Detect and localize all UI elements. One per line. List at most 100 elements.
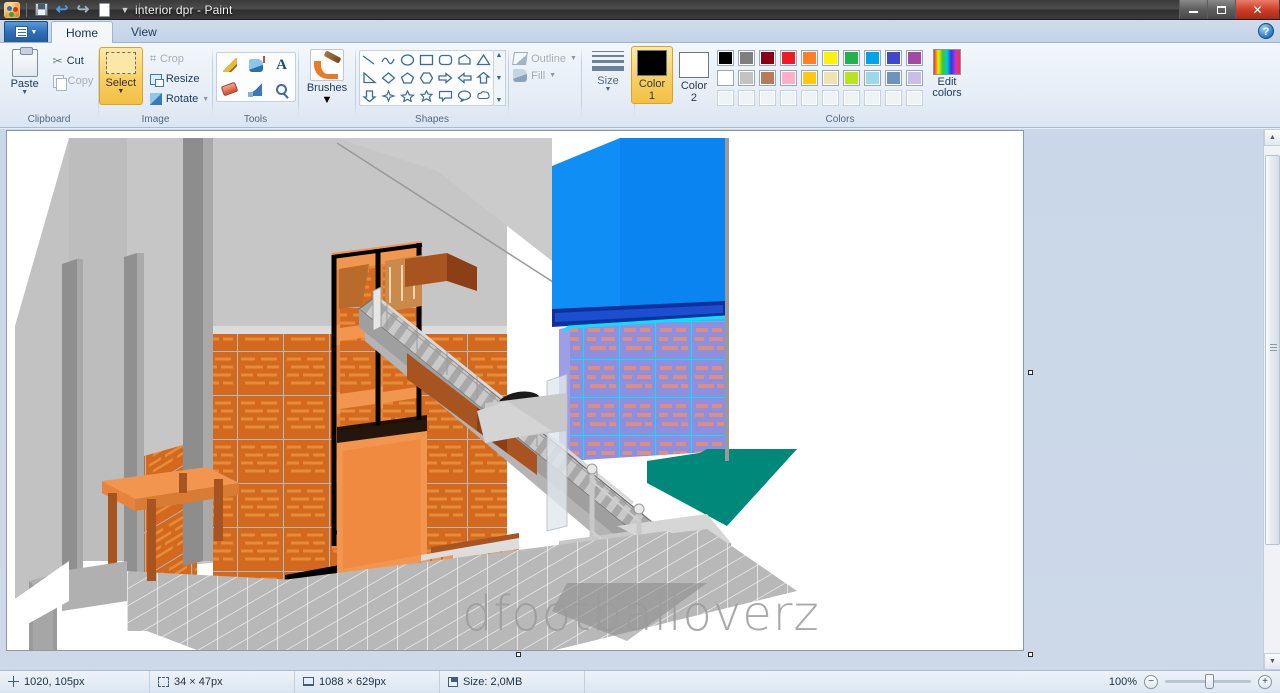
palette-cell[interactable]	[799, 88, 820, 108]
shape-pentagon[interactable]	[398, 69, 417, 87]
canvas-resize-handle-bottom[interactable]	[516, 652, 521, 657]
palette-cell[interactable]	[904, 68, 925, 88]
palette-cell[interactable]	[883, 88, 904, 108]
shape-oval[interactable]	[398, 51, 417, 69]
shape-oval-callout[interactable]	[455, 87, 474, 105]
color-swatch[interactable]	[717, 90, 734, 106]
shape-rounded-rectangle[interactable]	[436, 51, 455, 69]
shape-rectangle[interactable]	[417, 51, 436, 69]
canvas-resize-handle-right[interactable]	[1028, 370, 1033, 375]
undo-icon[interactable]: ↩	[53, 1, 71, 18]
color-swatch[interactable]	[822, 90, 839, 106]
palette-cell[interactable]	[862, 68, 883, 88]
palette-cell[interactable]	[799, 48, 820, 68]
color-swatch[interactable]	[864, 70, 881, 86]
canvas-workspace[interactable]: dfootballoverz ▲ ▼	[0, 129, 1280, 670]
shape-diamond[interactable]	[379, 69, 398, 87]
palette-cell[interactable]	[904, 88, 925, 108]
color-swatch[interactable]	[759, 90, 776, 106]
shape-cloud-callout[interactable]	[474, 87, 493, 105]
size-button[interactable]: Size ▼	[586, 45, 630, 93]
palette-cell[interactable]	[841, 68, 862, 88]
eraser-icon[interactable]	[217, 77, 243, 101]
minimize-button[interactable]	[1179, 0, 1207, 19]
restore-button[interactable]	[1207, 0, 1235, 19]
shape-six-point-star[interactable]	[417, 87, 436, 105]
color-swatch[interactable]	[717, 50, 734, 66]
zoom-in-button[interactable]: +	[1258, 674, 1272, 689]
shape-four-point-star[interactable]	[379, 87, 398, 105]
color-palette[interactable]	[715, 46, 925, 108]
paste-button[interactable]: Paste ▼	[2, 47, 48, 96]
color-swatch[interactable]	[864, 90, 881, 106]
paint-logo-icon[interactable]	[3, 1, 21, 18]
palette-cell[interactable]	[715, 48, 736, 68]
color-1-button[interactable]: Color 1	[631, 46, 673, 104]
color-swatch[interactable]	[801, 70, 818, 86]
palette-cell[interactable]	[820, 68, 841, 88]
color-swatch[interactable]	[738, 70, 755, 86]
close-button[interactable]: ✕	[1235, 0, 1279, 19]
palette-cell[interactable]	[799, 68, 820, 88]
crop-button[interactable]: ⌗ Crop	[147, 49, 212, 69]
file-menu-button[interactable]: ▼	[4, 21, 48, 42]
shape-right-arrow[interactable]	[436, 69, 455, 87]
color-swatch[interactable]	[906, 70, 923, 86]
tab-view[interactable]: View	[116, 21, 172, 42]
rotate-button[interactable]: Rotate ▼	[147, 89, 212, 109]
zoom-out-button[interactable]: −	[1144, 674, 1158, 689]
pencil-icon[interactable]	[217, 53, 243, 77]
palette-cell[interactable]	[757, 48, 778, 68]
shape-down-arrow[interactable]	[360, 87, 379, 105]
help-button[interactable]: ?	[1258, 23, 1274, 39]
color-swatch[interactable]	[885, 90, 902, 106]
resize-button[interactable]: Resize	[147, 69, 212, 89]
palette-cell[interactable]	[715, 68, 736, 88]
zoom-slider-track[interactable]	[1165, 674, 1251, 689]
shape-rectangular-callout[interactable]	[436, 87, 455, 105]
outline-button[interactable]: Outline ▼	[512, 52, 577, 65]
palette-cell[interactable]	[883, 68, 904, 88]
color-swatch[interactable]	[801, 50, 818, 66]
canvas-resize-handle-corner[interactable]	[1028, 652, 1033, 657]
copy-button[interactable]: Copy	[50, 71, 97, 91]
cut-button[interactable]: ✂ Cut	[50, 51, 97, 71]
shape-right-triangle[interactable]	[360, 69, 379, 87]
color-swatch[interactable]	[780, 70, 797, 86]
color-2-button[interactable]: Color 2	[673, 46, 715, 104]
palette-cell[interactable]	[904, 48, 925, 68]
color-swatch[interactable]	[843, 50, 860, 66]
save-icon[interactable]	[32, 1, 50, 18]
zoom-slider-thumb[interactable]	[1205, 674, 1214, 689]
color-swatch[interactable]	[843, 90, 860, 106]
palette-cell[interactable]	[862, 88, 883, 108]
scrollbar-thumb[interactable]	[1265, 155, 1280, 545]
color-swatch[interactable]	[864, 50, 881, 66]
shape-line[interactable]	[360, 51, 379, 69]
palette-cell[interactable]	[736, 48, 757, 68]
drawing-canvas[interactable]: dfootballoverz	[6, 130, 1024, 651]
palette-cell[interactable]	[820, 88, 841, 108]
color-swatch[interactable]	[717, 70, 734, 86]
customize-quick-access-caret-icon[interactable]: ▼	[116, 1, 134, 18]
color-swatch[interactable]	[780, 90, 797, 106]
palette-cell[interactable]	[883, 48, 904, 68]
palette-cell[interactable]	[736, 68, 757, 88]
color-swatch[interactable]	[738, 90, 755, 106]
color-picker-icon[interactable]	[243, 77, 269, 101]
palette-cell[interactable]	[862, 48, 883, 68]
scroll-down-button[interactable]: ▼	[1264, 653, 1280, 670]
vertical-scrollbar[interactable]: ▲ ▼	[1263, 129, 1280, 670]
edit-colors-button[interactable]: Edit colors	[925, 46, 969, 99]
shape-up-arrow[interactable]	[474, 69, 493, 87]
color-swatch[interactable]	[759, 50, 776, 66]
palette-cell[interactable]	[841, 48, 862, 68]
color-swatch[interactable]	[759, 70, 776, 86]
color-swatch[interactable]	[801, 90, 818, 106]
color-swatch[interactable]	[822, 50, 839, 66]
palette-cell[interactable]	[778, 88, 799, 108]
color-swatch[interactable]	[780, 50, 797, 66]
color-swatch[interactable]	[885, 70, 902, 86]
palette-cell[interactable]	[820, 48, 841, 68]
brushes-button[interactable]: Brushes ▼	[304, 49, 350, 106]
